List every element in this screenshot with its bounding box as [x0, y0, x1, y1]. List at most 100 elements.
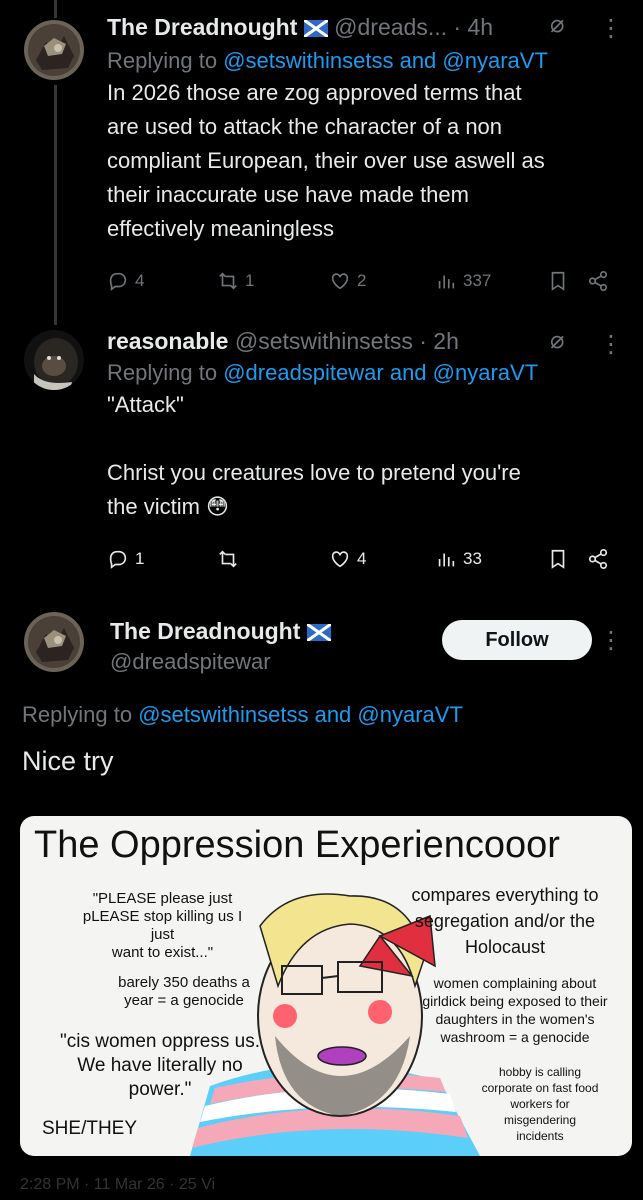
handle[interactable]: @dreads...	[334, 14, 447, 40]
caption-line: workers for	[510, 1097, 570, 1111]
replying-users-link[interactable]: @setswithinsetss and @nyaraVT	[223, 48, 548, 73]
caption-line: want to exist..."	[111, 944, 214, 961]
text-line: the victim 😳	[107, 494, 229, 519]
share-icon	[588, 549, 608, 569]
text-line: effectively meaningless	[107, 216, 335, 241]
replying-label: Replying to	[107, 360, 218, 385]
caption-line: barely 350 deaths a	[118, 974, 250, 991]
handle[interactable]: @dreadspitewar	[110, 648, 331, 676]
grok-icon[interactable]: ⌀	[550, 326, 564, 355]
follow-button[interactable]: Follow	[442, 620, 592, 660]
author-name-row: The Dreadnought	[110, 616, 332, 648]
views-button[interactable]: 33	[435, 548, 482, 570]
replying-to: Replying to @setswithinsetss and @nyaraV…	[22, 700, 463, 730]
views-button[interactable]: 337	[435, 270, 491, 292]
tweet-actions: 4 1 2 337	[107, 270, 625, 300]
caption-line: Holocaust	[464, 937, 546, 957]
heart-icon	[331, 551, 349, 568]
repost-icon	[219, 272, 237, 290]
caption-line: women complaining about	[433, 975, 597, 991]
caption-line: compares everything to	[411, 885, 599, 905]
tweet-actions: 1 4 33	[107, 548, 625, 578]
repost-button[interactable]: 1	[217, 270, 254, 292]
text-line: In 2026 those are zog approved terms tha…	[107, 80, 522, 105]
caption-line: daughters in the women's	[435, 1011, 595, 1027]
avatar[interactable]	[24, 20, 84, 80]
replying-label: Replying to	[107, 48, 218, 73]
caption-line: "PLEASE please just	[92, 890, 233, 907]
tweet-1[interactable]: The Dreadnought @dreads... · 4h Replying…	[107, 12, 625, 246]
meme-caption: hobby is calling corporate on fast food …	[460, 1064, 620, 1144]
reply-count: 4	[135, 271, 145, 290]
text-line: Christ you creatures love to pretend you…	[107, 460, 521, 485]
caption-line: incidents	[516, 1129, 564, 1143]
like-button[interactable]: 2	[329, 270, 366, 292]
tweet-2[interactable]: reasonable @setswithinsetss · 2h Replyin…	[107, 326, 625, 524]
caption-line: year = a genocide	[124, 992, 244, 1009]
like-button[interactable]: 4	[329, 548, 366, 570]
share-button[interactable]	[587, 548, 609, 570]
caption-line: corporate on fast food	[481, 1081, 599, 1095]
timestamp[interactable]: · 4h	[453, 14, 493, 40]
caption-line: hobby is calling	[498, 1065, 582, 1079]
scotland-flag-icon	[302, 14, 329, 44]
replying-users-link[interactable]: @dreadspitewar and @nyaraVT	[223, 360, 538, 385]
caption-line: pLEASE stop killing us I just	[82, 908, 243, 943]
thread-line	[54, 0, 57, 18]
handle[interactable]: @setswithinsetss	[235, 328, 413, 354]
repost-icon	[219, 550, 237, 568]
timestamp-footer: 2:28 PM · 11 Mar 26 · 25 Vi	[0, 1176, 643, 1200]
text-line: "Attack"	[107, 392, 184, 417]
caption-line: washroom = a genocide	[440, 1029, 590, 1045]
replying-to: Replying to @dreadspitewar and @nyaraVT	[107, 358, 625, 388]
display-name[interactable]: The Dreadnought	[107, 14, 297, 40]
caption-line: "cis women oppress us.	[60, 1031, 260, 1052]
meme-caption: women complaining about girldick being e…	[404, 974, 626, 1046]
main-tweet-author[interactable]: The Dreadnought @dreadspitewar	[110, 616, 332, 676]
meme-caption: barely 350 deaths a year = a genocide	[104, 974, 264, 1010]
tweet-header: The Dreadnought @dreads... · 4h	[107, 12, 625, 44]
avatar[interactable]	[24, 330, 84, 390]
text-line: are used to attack the character of a no…	[107, 114, 503, 139]
caption-line: girldick being exposed to their	[422, 993, 608, 1009]
reply-icon	[109, 272, 127, 291]
more-options-icon[interactable]: ⋮	[599, 330, 623, 359]
repost-count: 1	[245, 271, 255, 290]
views-icon	[438, 275, 455, 289]
tweet-text: Nice try	[22, 746, 114, 776]
tweet-text: In 2026 those are zog approved terms tha…	[107, 76, 625, 246]
replying-users-link[interactable]: @setswithinsetss and @nyaraVT	[138, 702, 463, 727]
meme-caption: "PLEASE please just pLEASE stop killing …	[70, 890, 255, 962]
text-line: compliant European, their over use aswel…	[107, 148, 545, 173]
bookmark-button[interactable]	[547, 270, 569, 292]
more-options-icon[interactable]: ⋮	[599, 626, 623, 655]
repost-button[interactable]	[217, 548, 245, 570]
more-options-icon[interactable]: ⋮	[599, 14, 623, 43]
share-button[interactable]	[587, 270, 609, 292]
meme-caption: compares everything to segregation and/o…	[392, 882, 618, 960]
meme-caption: "cis women oppress us. We have literally…	[40, 1030, 280, 1102]
view-count: 33	[463, 549, 482, 568]
reply-count: 1	[135, 549, 145, 568]
attached-image[interactable]: The Oppression Experiencooor "PLEASE ple…	[20, 816, 632, 1156]
bookmark-button[interactable]	[547, 548, 569, 570]
avatar[interactable]	[24, 612, 84, 672]
views-icon	[438, 553, 455, 567]
share-icon	[588, 271, 608, 291]
tweet-header: reasonable @setswithinsetss · 2h	[107, 326, 625, 356]
timestamp[interactable]: · 2h	[419, 328, 459, 354]
bookmark-icon	[551, 549, 565, 569]
bookmark-icon	[551, 271, 565, 291]
reply-button[interactable]: 1	[107, 548, 144, 570]
tweet-text: "Attack" Christ you creatures love to pr…	[107, 388, 625, 524]
meme-caption: SHE/THEY	[42, 1118, 138, 1139]
like-count: 2	[357, 271, 367, 290]
display-name[interactable]: The Dreadnought	[110, 618, 300, 644]
replying-to: Replying to @setswithinsetss and @nyaraV…	[107, 46, 625, 76]
reply-button[interactable]: 4	[107, 270, 144, 292]
reply-icon	[109, 550, 127, 569]
caption-line: We have literally no	[77, 1055, 243, 1076]
grok-icon[interactable]: ⌀	[550, 10, 564, 39]
display-name[interactable]: reasonable	[107, 328, 228, 354]
caption-line: segregation and/or the	[414, 911, 596, 931]
